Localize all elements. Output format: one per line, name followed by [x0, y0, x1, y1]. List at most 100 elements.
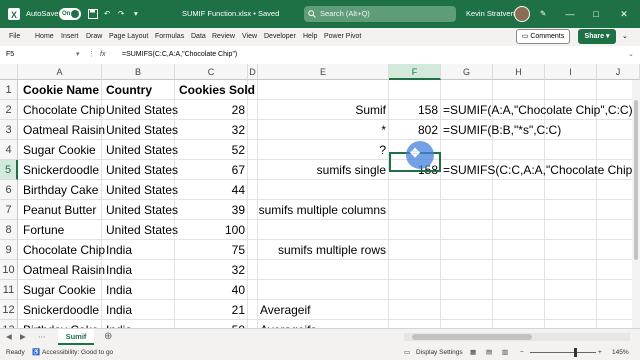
column-header-c[interactable]: C — [175, 64, 248, 80]
cell-c3[interactable]: 32 — [175, 120, 245, 140]
cell-c11[interactable]: 40 — [175, 280, 245, 300]
cell-a13[interactable]: Birthday Cake — [23, 320, 98, 328]
horizontal-scrollbar[interactable] — [404, 333, 630, 341]
cell-c13[interactable]: 58 — [175, 320, 245, 328]
cell-a2[interactable]: Chocolate Chip — [23, 100, 105, 120]
cell-e4[interactable]: ? — [258, 140, 386, 160]
cell-c9[interactable]: 75 — [175, 240, 245, 260]
display-settings-icon[interactable]: ▭ — [404, 345, 410, 360]
ribbon-collapse-icon[interactable]: ⌄ — [622, 28, 628, 46]
cell-a6[interactable]: Birthday Cake — [23, 180, 98, 200]
customize-toolbar-icon[interactable]: ▾ — [134, 0, 138, 28]
pen-icon[interactable]: ✎ — [540, 0, 546, 28]
row-header[interactable]: 8 — [0, 220, 18, 240]
cell-a12[interactable]: Snickerdoodle — [23, 300, 99, 320]
redo-icon[interactable]: ↷ — [118, 0, 124, 28]
minimize-button[interactable]: — — [560, 0, 580, 28]
cell-b12[interactable]: India — [106, 300, 132, 320]
column-header-e[interactable]: E — [258, 64, 389, 80]
cell-c12[interactable]: 21 — [175, 300, 245, 320]
name-box[interactable]: F5 — [4, 48, 74, 61]
zoom-level[interactable]: 145% — [612, 345, 629, 360]
cell-b13[interactable]: India — [106, 320, 132, 328]
column-header-i[interactable]: I — [545, 64, 597, 80]
tab-page-layout[interactable]: Page Layout — [109, 28, 148, 46]
cell-a8[interactable]: Fortune — [23, 220, 64, 240]
cell-e2[interactable]: Sumif — [258, 100, 386, 120]
tab-file[interactable]: File — [9, 28, 20, 46]
cell-e7[interactable]: sumifs multiple columns — [258, 200, 386, 220]
row-header[interactable]: 6 — [0, 180, 18, 200]
cell-b1[interactable]: Country — [106, 80, 152, 100]
cell-c5[interactable]: 67 — [175, 160, 245, 180]
row-header[interactable]: 7 — [0, 200, 18, 220]
next-sheet-icon[interactable]: ▶ — [20, 329, 26, 345]
cell-b4[interactable]: United States — [106, 140, 178, 160]
cell-b6[interactable]: United States — [106, 180, 178, 200]
excel-logo-icon[interactable]: X — [8, 0, 20, 28]
prev-sheet-icon[interactable]: ◀ — [6, 329, 12, 345]
row-header[interactable]: 11 — [0, 280, 18, 300]
column-header-h[interactable]: H — [493, 64, 545, 80]
cell-c10[interactable]: 32 — [175, 260, 245, 280]
formula-input[interactable]: =SUMIFS(C:C,A:A,"Chocolate Chip") — [122, 46, 237, 64]
cell-d12[interactable]: Averageif — [260, 300, 310, 320]
sheet-tab-sumif[interactable]: Sumif — [58, 329, 94, 345]
search-box[interactable]: Search (Alt+Q) — [304, 6, 456, 22]
cell-b10[interactable]: India — [106, 260, 132, 280]
cell-b5[interactable]: United States — [106, 160, 178, 180]
accessibility-status[interactable]: Accessibility: Good to go — [42, 345, 113, 360]
row-header-selected[interactable]: 5 — [0, 160, 18, 180]
row-header[interactable]: 1 — [0, 80, 18, 100]
undo-icon[interactable]: ↶ — [104, 0, 110, 28]
cell-a4[interactable]: Sugar Cookie — [23, 140, 96, 160]
worksheet-grid[interactable]: A B C D E F G H I J 1 2 3 4 5 6 7 8 9 10… — [0, 64, 640, 328]
share-button[interactable]: Share ▾ — [578, 29, 616, 44]
cell-d13[interactable]: Averageifs — [260, 320, 316, 328]
cell-a10[interactable]: Oatmeal Raisin — [23, 260, 105, 280]
cell-b8[interactable]: United States — [106, 220, 178, 240]
column-header-d[interactable]: D — [248, 64, 258, 80]
expand-formula-bar-icon[interactable]: ⌄ — [628, 46, 634, 64]
select-all-corner[interactable] — [0, 64, 18, 80]
cell-b7[interactable]: United States — [106, 200, 178, 220]
zoom-out-icon[interactable]: − — [520, 345, 524, 360]
row-header[interactable]: 13 — [0, 320, 18, 328]
more-icon[interactable]: ⋮ — [88, 46, 95, 64]
page-layout-view-icon[interactable]: ▤ — [486, 345, 492, 360]
cell-b11[interactable]: India — [106, 280, 132, 300]
cell-g5[interactable]: =SUMIFS(C:C,A:A,"Chocolate Chip") — [443, 160, 640, 180]
user-name[interactable]: Kevin Stratvert — [466, 0, 515, 28]
insert-function-icon[interactable]: fx — [100, 46, 105, 64]
avatar[interactable] — [514, 6, 530, 22]
vertical-scrollbar[interactable] — [632, 80, 640, 328]
horizontal-scroll-thumb[interactable] — [412, 334, 532, 340]
cell-a7[interactable]: Peanut Butter — [23, 200, 96, 220]
autosave-toggle[interactable]: On — [59, 8, 81, 20]
tab-view[interactable]: View — [242, 28, 257, 46]
cell-g2[interactable]: =SUMIF(A:A,"Chocolate Chip",C:C) — [443, 100, 633, 120]
cell-b3[interactable]: United States — [106, 120, 178, 140]
cell-c1[interactable]: Cookies Sold — [179, 80, 255, 100]
zoom-in-icon[interactable]: + — [598, 345, 602, 360]
row-header[interactable]: 10 — [0, 260, 18, 280]
tab-developer[interactable]: Developer — [264, 28, 296, 46]
cell-b9[interactable]: India — [106, 240, 132, 260]
row-header[interactable]: 3 — [0, 120, 18, 140]
column-header-g[interactable]: G — [441, 64, 493, 80]
row-header[interactable]: 9 — [0, 240, 18, 260]
cell-e5[interactable]: sumifs single — [258, 160, 386, 180]
row-header[interactable]: 2 — [0, 100, 18, 120]
display-settings[interactable]: Display Settings — [416, 345, 463, 360]
column-header-b[interactable]: B — [102, 64, 175, 80]
cell-a1[interactable]: Cookie Name — [23, 80, 99, 100]
cell-c2[interactable]: 28 — [175, 100, 245, 120]
page-break-view-icon[interactable]: ▥ — [502, 345, 508, 360]
close-button[interactable]: ✕ — [614, 0, 634, 28]
cell-e9[interactable]: sumifs multiple rows — [258, 240, 386, 260]
column-header-f[interactable]: F — [389, 64, 441, 80]
row-header[interactable]: 12 — [0, 300, 18, 320]
maximize-button[interactable]: □ — [586, 0, 606, 28]
tab-power-pivot[interactable]: Power Pivot — [324, 28, 361, 46]
cell-a9[interactable]: Chocolate Chip — [23, 240, 105, 260]
